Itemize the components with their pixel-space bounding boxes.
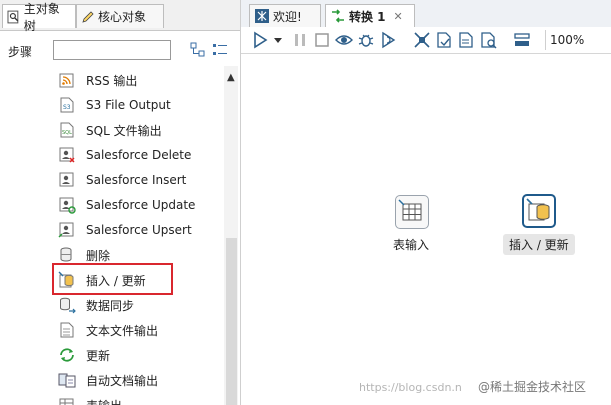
- tab-main-object-tree[interactable]: 主对象树: [2, 2, 76, 33]
- editor-panel: 欢迎! 转换 1 ✕ 100% 表输入 插入 / 更新 https://blog…: [241, 0, 611, 405]
- sql-icon[interactable]: [457, 31, 475, 49]
- tab-core-objects-label: 核心对象: [98, 10, 147, 24]
- list-item-label: 文本文件输出: [86, 323, 159, 338]
- steps-label: 步骤: [8, 45, 33, 59]
- stop-icon[interactable]: [313, 31, 331, 49]
- explore-db-icon[interactable]: [479, 31, 497, 49]
- pencil-icon: [82, 10, 94, 23]
- editor-tab-bar: 欢迎! 转换 1 ✕: [241, 0, 611, 28]
- step-label-insert-update: 插入 / 更新: [503, 234, 575, 255]
- svg-text:S3: S3: [63, 104, 71, 111]
- list-item-label: Salesforce Delete: [86, 148, 192, 162]
- list-item[interactable]: Salesforce Insert: [58, 169, 186, 191]
- run-dropdown-icon[interactable]: [273, 31, 283, 49]
- step-label-table-input: 表输入: [393, 238, 430, 252]
- tab-welcome[interactable]: 欢迎!: [249, 4, 321, 27]
- list-item[interactable]: 数据同步: [58, 294, 134, 316]
- sync-icon: [60, 297, 76, 314]
- verify-icon[interactable]: [413, 31, 431, 49]
- list-item-label: 数据同步: [86, 298, 135, 313]
- steps-search-input[interactable]: [53, 40, 171, 60]
- selection-highlight-box: [52, 263, 173, 295]
- list-item-label: Salesforce Update: [86, 198, 196, 212]
- salesforce-upsert-icon: [58, 222, 74, 238]
- table-input-icon: [398, 199, 422, 221]
- list-item-label: S3 File Output: [86, 98, 171, 112]
- replay-icon[interactable]: [379, 31, 397, 49]
- text-file-output-icon: [60, 322, 74, 338]
- list-item-label: 表输出: [86, 397, 122, 405]
- tab-core-objects[interactable]: 核心对象: [76, 4, 164, 28]
- s3-output-icon: S3: [60, 97, 74, 113]
- search-tree-icon: [7, 10, 19, 23]
- list-item[interactable]: 表输出: [58, 394, 122, 405]
- list-item[interactable]: RSS 输出: [58, 69, 137, 91]
- scroll-up-icon[interactable]: ▲: [227, 72, 235, 83]
- run-icon[interactable]: [251, 31, 269, 49]
- salesforce-delete-icon: [59, 147, 75, 163]
- left-tab-bar: 主对象树 核心对象: [0, 0, 240, 33]
- step-node-table-input[interactable]: [395, 195, 429, 229]
- list-item[interactable]: Salesforce Delete: [58, 144, 191, 166]
- list-item-label: Salesforce Upsert: [86, 223, 192, 237]
- list-item[interactable]: S3 S3 File Output: [58, 94, 171, 116]
- show-results-icon[interactable]: [513, 31, 531, 49]
- transformation-icon: [332, 9, 344, 23]
- list-item-label: 更新: [86, 348, 111, 363]
- close-icon[interactable]: ✕: [394, 10, 403, 23]
- insert-update-icon: [526, 198, 550, 221]
- list-item[interactable]: SQL SQL 文件输出: [58, 119, 162, 141]
- svg-text:SQL: SQL: [62, 130, 72, 136]
- transformation-canvas[interactable]: 表输入 插入 / 更新 https://blog.csdn.n @稀土掘金技术社…: [241, 54, 611, 405]
- list-item[interactable]: Salesforce Update: [58, 194, 195, 216]
- pause-icon[interactable]: [291, 31, 309, 49]
- scrollbar-thumb[interactable]: [226, 238, 237, 405]
- list-item[interactable]: 文本文件输出: [58, 319, 158, 341]
- list-item-label: 删除: [86, 248, 111, 263]
- watermark-url: https://blog.csdn.n: [359, 381, 462, 394]
- tab-main-object-tree-label: 主对象树: [23, 1, 60, 33]
- preview-icon[interactable]: [335, 31, 353, 49]
- rss-output-icon: [59, 73, 74, 88]
- list-item-label: SQL 文件输出: [86, 123, 162, 138]
- collapse-all-icon[interactable]: [212, 42, 228, 58]
- step-node-insert-update[interactable]: [522, 194, 556, 228]
- tab-transformation-label: 转换 1: [349, 9, 386, 24]
- list-item-label: 自动文档输出: [86, 373, 159, 388]
- delete-db-icon: [60, 247, 72, 262]
- list-item[interactable]: Salesforce Upsert: [58, 219, 192, 241]
- list-item[interactable]: 更新: [58, 344, 110, 366]
- list-item[interactable]: 自动文档输出: [58, 369, 158, 391]
- zoom-select[interactable]: 100%: [545, 30, 611, 50]
- list-item-label: RSS 输出: [86, 73, 138, 88]
- impact-icon[interactable]: [435, 31, 453, 49]
- tab-transformation-1[interactable]: 转换 1 ✕: [325, 4, 415, 27]
- auto-doc-icon: [58, 373, 76, 388]
- watermark-brand: @稀土掘金技术社区: [478, 380, 587, 394]
- sql-output-icon: SQL: [60, 122, 74, 138]
- steps-list: RSS 输出 S3 S3 File Output SQL SQL 文件输出 Sa: [0, 66, 222, 405]
- salesforce-update-icon: [59, 197, 76, 214]
- list-item-label: Salesforce Insert: [86, 173, 187, 187]
- left-panel: 主对象树 核心对象 步骤 RSS 输出 S3 S3 File Output SQ…: [0, 0, 241, 405]
- table-output-icon: [59, 398, 74, 405]
- steps-row: 步骤: [0, 30, 240, 70]
- refresh-icon: [60, 348, 74, 362]
- debug-icon[interactable]: [357, 31, 375, 49]
- kettle-icon: [255, 9, 269, 23]
- editor-toolbar: 100%: [241, 27, 611, 54]
- expand-all-icon[interactable]: [190, 42, 206, 58]
- salesforce-insert-icon: [59, 172, 74, 187]
- tab-welcome-label: 欢迎!: [273, 9, 302, 24]
